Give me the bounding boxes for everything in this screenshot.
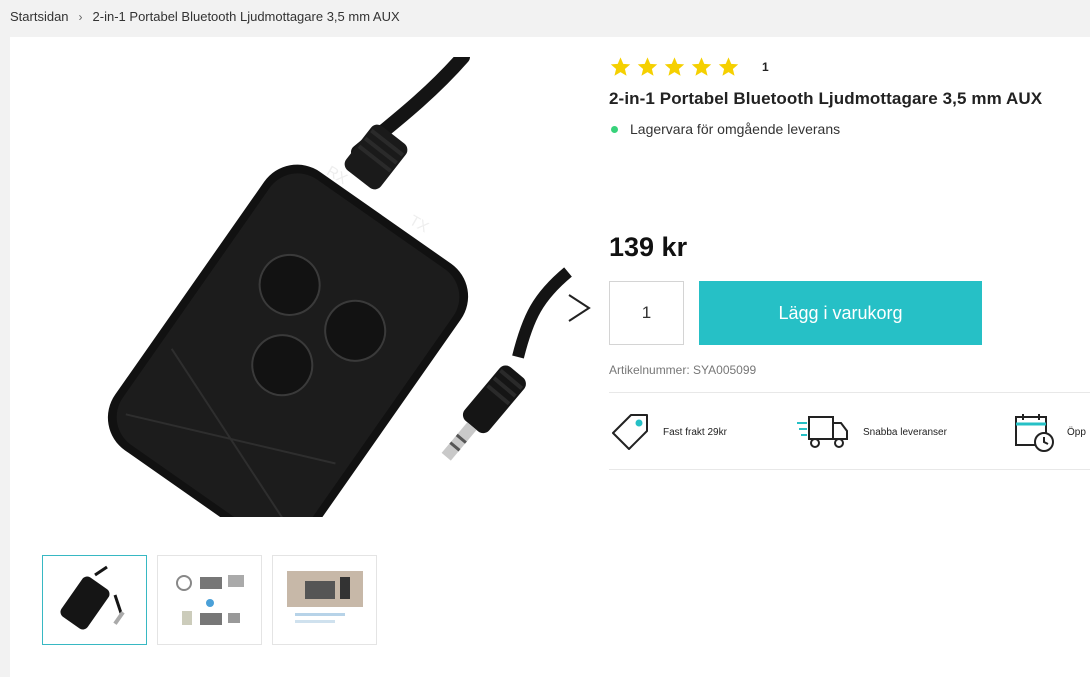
thumbnail-2[interactable] (157, 555, 262, 645)
thumbnail-strip (42, 555, 377, 645)
product-price: 139 kr (609, 232, 688, 262)
usp-shipping-label: Fast frakt 29kr (663, 426, 727, 438)
breadcrumb-separator: › (78, 9, 83, 24)
device-tx-label: TX (406, 212, 431, 236)
star-icon (637, 57, 658, 76)
usp-shipping: Fast frakt 29kr (609, 411, 727, 453)
star-icon (664, 57, 685, 76)
usp-hours-label: Öpp (1067, 426, 1086, 438)
breadcrumb-current: 2-in-1 Portabel Bluetooth Ljudmottagare … (92, 9, 400, 24)
usp-divider-bottom (609, 469, 1090, 470)
thumbnail-3[interactable] (272, 555, 377, 645)
stock-text: Lagervara för omgående leverans (630, 121, 841, 137)
star-icon (610, 57, 631, 76)
sku-text: Artikelnummer: SYA005099 (609, 363, 757, 377)
rating-count: 1 (762, 60, 769, 74)
product-rating[interactable]: 1 (609, 53, 1090, 81)
quantity-input[interactable]: 1 (609, 281, 684, 345)
usp-fast-delivery: Snabba leveranser (795, 411, 947, 453)
breadcrumb: Startsidan › 2-in-1 Portabel Bluetooth L… (10, 9, 400, 24)
stock-dot-icon (611, 125, 618, 133)
product-info: 1 2-in-1 Portabel Bluetooth Ljudmottagar… (609, 53, 1090, 137)
usp-fast-delivery-label: Snabba leveranser (863, 426, 947, 438)
product-card: RX TX 1 2-in-1 Portabel Bluetooth Ljudmo… (10, 37, 1090, 677)
usp-hours: Öpp (1013, 411, 1086, 453)
usp-divider-top (609, 392, 1090, 393)
image-next-arrow[interactable] (567, 293, 597, 323)
breadcrumb-home-link[interactable]: Startsidan (10, 9, 69, 24)
product-title: 2-in-1 Portabel Bluetooth Ljudmottagare … (609, 89, 1043, 108)
chevron-right-icon (568, 294, 591, 322)
add-to-cart-button[interactable]: Lägg i varukorg (699, 281, 982, 345)
star-icon (718, 57, 739, 76)
calendar-clock-icon (1015, 414, 1054, 452)
price-tag-icon (612, 414, 648, 450)
star-icon (691, 57, 712, 76)
delivery-truck-icon (797, 416, 848, 448)
stock-status: Lagervara för omgående leverans (609, 121, 1090, 137)
product-main-image[interactable]: RX TX (58, 57, 578, 517)
thumbnail-1[interactable] (42, 555, 147, 645)
